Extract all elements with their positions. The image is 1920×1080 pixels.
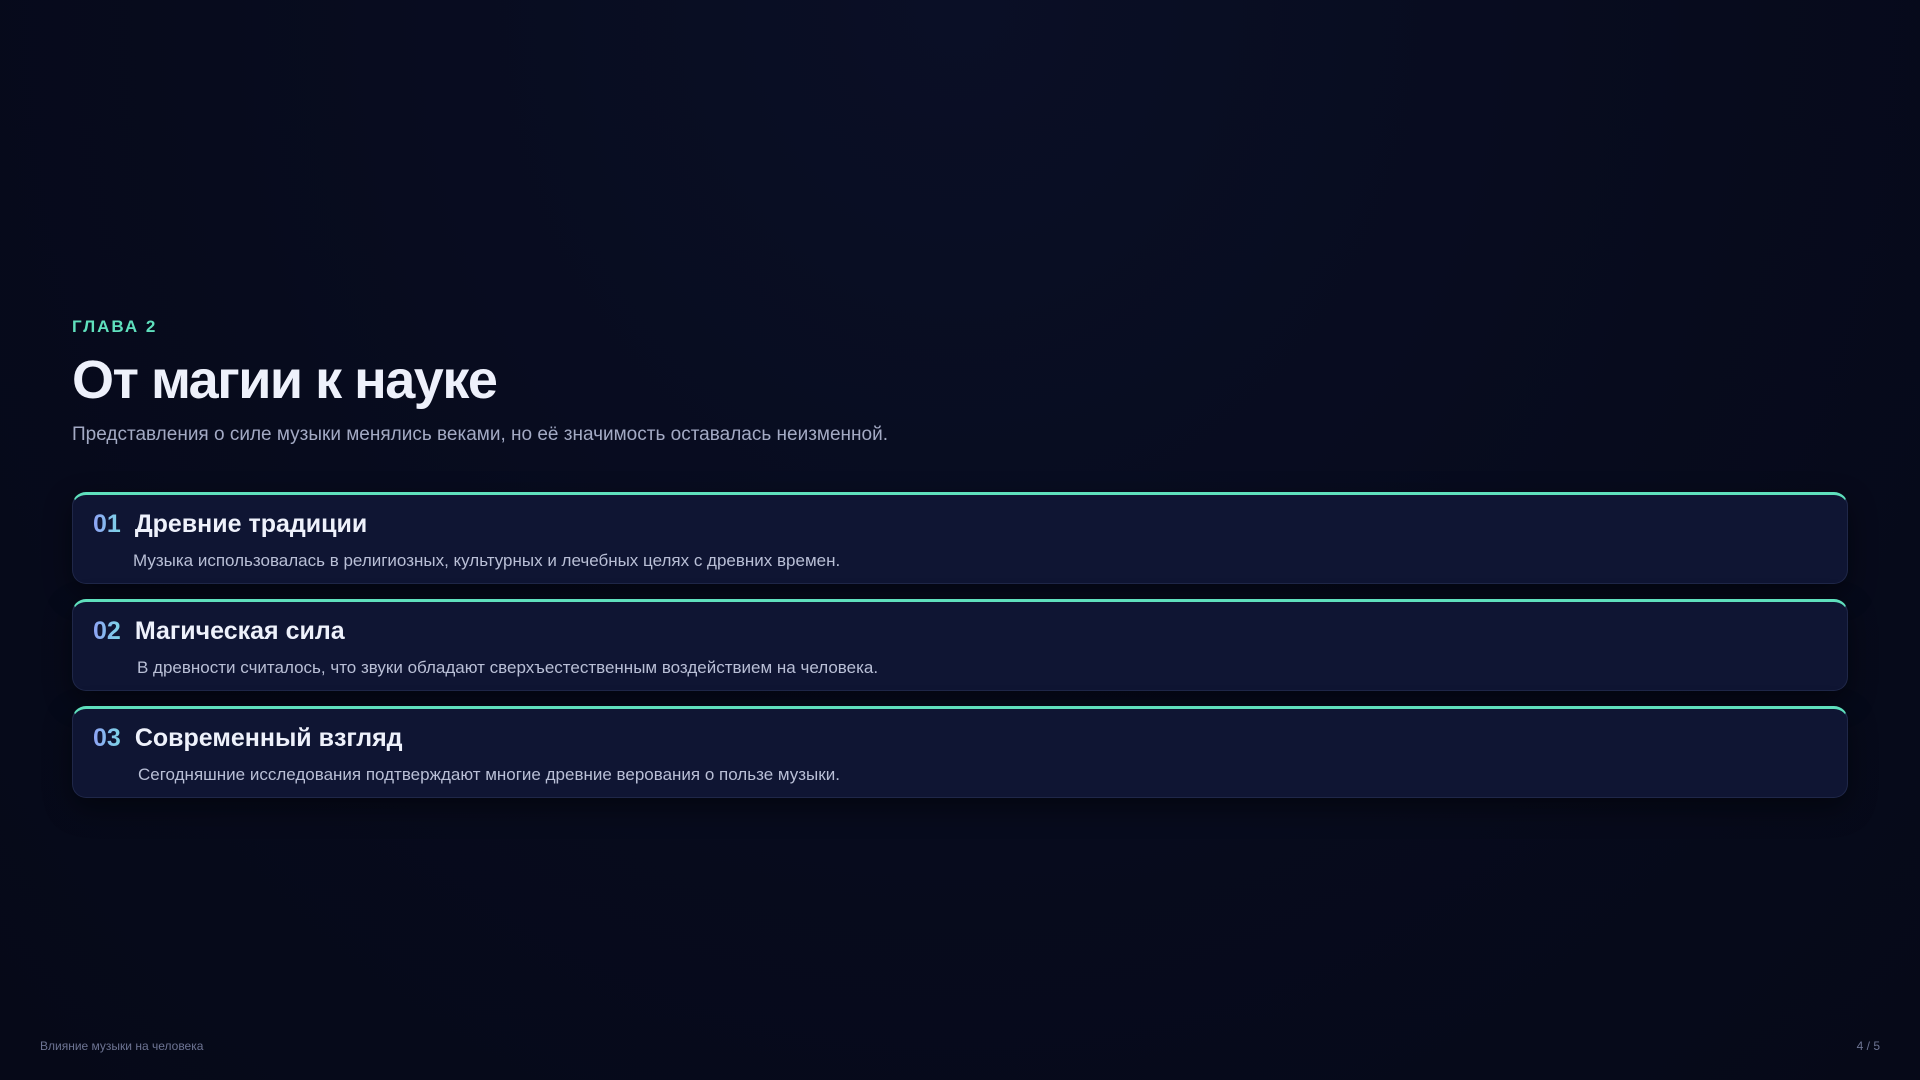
chapter-label: ГЛАВА 2 <box>72 317 158 336</box>
slide-title: От магии к науке <box>72 350 498 410</box>
footer-presentation-title: Влияние музыки на человека <box>40 1039 204 1053</box>
card-number: 02 <box>93 617 121 645</box>
card-title: Магическая сила <box>134 617 345 645</box>
card-description: Музыка использовалась в религиозных, кул… <box>133 551 841 570</box>
card-description: В древности считалось, что звуки обладаю… <box>137 658 879 677</box>
slide: ГЛАВА 2 От магии к науке Представления о… <box>0 0 1920 1080</box>
slide-subtitle: Представления о силе музыки менялись век… <box>72 424 888 445</box>
card-number: 03 <box>93 724 121 752</box>
card-title: Древние традиции <box>134 510 368 538</box>
card-number: 01 <box>93 510 121 538</box>
card-ancient-traditions: 01 Древние традиции Музыка использовалас… <box>72 492 1848 584</box>
card-header: 01 Древние традиции <box>93 510 1827 544</box>
card-header: 02 Магическая сила <box>93 617 1827 651</box>
card-magic-power: 02 Магическая сила В древности считалось… <box>72 599 1848 691</box>
footer-page-indicator: 4 / 5 <box>1856 1039 1880 1053</box>
card-header: 03 Современный взгляд <box>93 724 1827 758</box>
card-modern-view: 03 Современный взгляд Сегодняшние исслед… <box>72 706 1848 798</box>
card-description: Сегодняшние исследования подтверждают мн… <box>138 765 840 784</box>
card-title: Современный взгляд <box>134 724 403 752</box>
card-list: 01 Древние традиции Музыка использовалас… <box>72 492 1848 798</box>
slide-content: ГЛАВА 2 От магии к науке Представления о… <box>72 316 1848 798</box>
